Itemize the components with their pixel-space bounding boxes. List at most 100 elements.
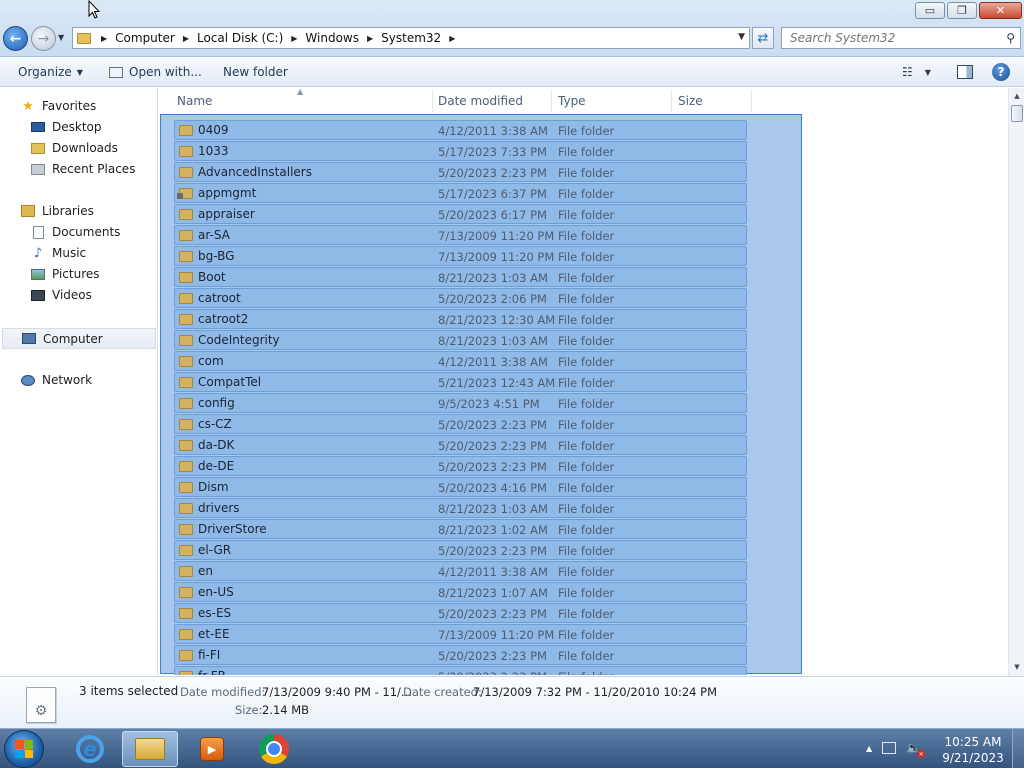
new-folder-button[interactable]: New folder [223, 65, 288, 79]
nav-recent-places[interactable]: Recent Places [30, 162, 135, 176]
preview-pane-button[interactable] [957, 65, 973, 79]
file-row[interactable]: AdvancedInstallers 5/20/2023 2:23 PM File … [174, 162, 747, 182]
file-type: File folder [558, 208, 615, 222]
folder-icon [179, 461, 193, 472]
start-button[interactable] [4, 730, 44, 768]
file-row[interactable]: 1033 5/17/2023 7:33 PM File folder [174, 141, 747, 161]
file-row[interactable]: catroot2 8/21/2023 12:30 AM File folder [174, 309, 747, 329]
scroll-down-arrow[interactable]: ▼ [1009, 659, 1024, 675]
network-tray-icon[interactable] [882, 742, 897, 754]
taskbar-media-player[interactable]: ▶ [184, 731, 240, 767]
file-row[interactable]: catroot 5/20/2023 2:06 PM File folder [174, 288, 747, 308]
file-row[interactable]: Dism 5/20/2023 4:16 PM File folder [174, 477, 747, 497]
taskbar-chrome[interactable] [246, 731, 302, 767]
file-row[interactable]: CompatTel 5/21/2023 12:43 AM File folder [174, 372, 747, 392]
file-row[interactable]: da-DK 5/20/2023 2:23 PM File folder [174, 435, 747, 455]
clock[interactable]: 10:25 AM 9/21/2023 [940, 734, 1006, 766]
file-row[interactable]: DriverStore 8/21/2023 1:02 AM File folder [174, 519, 747, 539]
file-type: File folder [558, 586, 615, 600]
file-name: appmgmt [198, 186, 257, 200]
file-row[interactable]: et-EE 7/13/2009 11:20 PM File folder [174, 624, 747, 644]
organize-button[interactable]: Organize ▼ [18, 65, 83, 79]
address-history-dropdown[interactable]: ▼ [738, 32, 745, 42]
file-row[interactable]: fr-FR 5/20/2023 2:23 PM File folder [174, 666, 747, 675]
open-with-button[interactable]: Open with... [109, 65, 202, 79]
refresh-button[interactable]: ⇄ [752, 27, 774, 49]
column-divider[interactable] [432, 90, 433, 112]
nav-favorites[interactable]: ★ Favorites [20, 99, 96, 114]
scroll-up-arrow[interactable]: ▲ [1009, 88, 1024, 104]
change-view-button[interactable]: ☷ ▼ [902, 65, 931, 79]
folder-icon [179, 251, 193, 262]
breadcrumb-windows[interactable]: Windows ▶ [305, 31, 381, 45]
file-name: et-EE [198, 627, 230, 641]
column-header-type[interactable]: Type [558, 94, 586, 108]
nav-videos[interactable]: Videos [30, 288, 92, 302]
taskbar-windows-explorer[interactable] [122, 731, 178, 767]
column-divider[interactable] [671, 90, 672, 112]
column-header-name[interactable]: Name [177, 94, 212, 108]
file-row[interactable]: de-DE 5/20/2023 2:23 PM File folder [174, 456, 747, 476]
vertical-scrollbar[interactable]: ▲ ▼ [1008, 88, 1024, 676]
nav-desktop[interactable]: Desktop [30, 120, 102, 134]
volume-muted-icon[interactable]: 🔈 ✕ [906, 741, 926, 758]
column-header-date-modified[interactable]: Date modified [438, 94, 523, 108]
file-name: cs-CZ [198, 417, 232, 431]
recent-pages-dropdown[interactable]: ▼ [58, 33, 64, 42]
nav-music[interactable]: ♪ Music [30, 246, 86, 261]
column-divider[interactable] [551, 90, 552, 112]
back-button[interactable]: ← [3, 26, 28, 51]
search-icon[interactable]: ⚲ [1006, 31, 1015, 45]
maximize-button[interactable]: ❐ [947, 2, 977, 19]
nav-downloads[interactable]: Downloads [30, 141, 118, 155]
file-row[interactable]: drivers 8/21/2023 1:03 AM File folder [174, 498, 747, 518]
file-row[interactable]: en-US 8/21/2023 1:07 AM File folder [174, 582, 747, 602]
nav-network[interactable]: Network [20, 373, 92, 387]
file-name: fr-FR [198, 669, 226, 675]
file-row[interactable]: Boot 8/21/2023 1:03 AM File folder [174, 267, 747, 287]
nav-computer[interactable]: Computer [2, 328, 156, 349]
file-name: ar-SA [198, 228, 230, 242]
file-row[interactable]: en 4/12/2011 3:38 AM File folder [174, 561, 747, 581]
file-row[interactable]: el-GR 5/20/2023 2:23 PM File folder [174, 540, 747, 560]
help-button[interactable]: ? [992, 63, 1010, 81]
file-row[interactable]: ar-SA 7/13/2009 11:20 PM File folder [174, 225, 747, 245]
breadcrumb-system32[interactable]: System32 ▶ [381, 31, 463, 45]
minimize-button[interactable]: ▭ [915, 2, 945, 19]
file-row[interactable]: com 4/12/2011 3:38 AM File folder [174, 351, 747, 371]
file-name: Dism [198, 480, 229, 494]
show-hidden-icons-button[interactable]: ▲ [866, 744, 872, 753]
nav-documents[interactable]: Documents [30, 225, 120, 239]
file-date-modified: 5/20/2023 2:23 PM [438, 670, 547, 675]
nav-libraries[interactable]: Libraries [20, 204, 94, 218]
forward-button[interactable]: → [31, 26, 56, 51]
file-row[interactable]: appraiser 5/20/2023 6:17 PM File folder [174, 204, 747, 224]
file-date-modified: 5/20/2023 4:16 PM [438, 481, 547, 495]
file-row[interactable]: config 9/5/2023 4:51 PM File folder [174, 393, 747, 413]
search-box[interactable]: ⚲ [781, 27, 1021, 49]
file-row[interactable]: appmgmt 5/17/2023 6:37 PM File folder [174, 183, 747, 203]
clock-time: 10:25 AM [944, 735, 1002, 749]
file-row[interactable]: CodeIntegrity 8/21/2023 1:03 AM File folde… [174, 330, 747, 350]
file-type: File folder [558, 271, 615, 285]
scrollbar-thumb[interactable] [1011, 105, 1023, 122]
column-header-size[interactable]: Size [678, 94, 703, 108]
file-row[interactable]: cs-CZ 5/20/2023 2:23 PM File folder [174, 414, 747, 434]
folder-icon [179, 419, 193, 430]
file-row[interactable]: es-ES 5/20/2023 2:23 PM File folder [174, 603, 747, 623]
search-input[interactable] [790, 31, 990, 45]
file-row[interactable]: fi-FI 5/20/2023 2:23 PM File folder [174, 645, 747, 665]
file-row[interactable]: 0409 4/12/2011 3:38 AM File folder [174, 120, 747, 140]
close-button[interactable]: ✕ [979, 2, 1022, 19]
nav-pictures[interactable]: Pictures [30, 267, 100, 281]
file-list[interactable]: 0409 4/12/2011 3:38 AM File folder 1033 5/17… [159, 113, 1008, 675]
column-divider[interactable] [751, 90, 752, 112]
taskbar-internet-explorer[interactable]: e [62, 731, 118, 767]
breadcrumb-root[interactable]: ▶ [99, 34, 115, 43]
breadcrumb-local-disk[interactable]: Local Disk (C:) ▶ [197, 31, 305, 45]
address-bar[interactable]: ▶ Computer ▶ Local Disk (C:) ▶ Windows ▶ Sy… [72, 27, 750, 49]
breadcrumb-computer[interactable]: Computer ▶ [115, 31, 197, 45]
show-desktop-button[interactable] [1012, 729, 1024, 768]
file-row[interactable]: bg-BG 7/13/2009 11:20 PM File folder [174, 246, 747, 266]
file-date-modified: 4/12/2011 3:38 AM [438, 355, 548, 369]
